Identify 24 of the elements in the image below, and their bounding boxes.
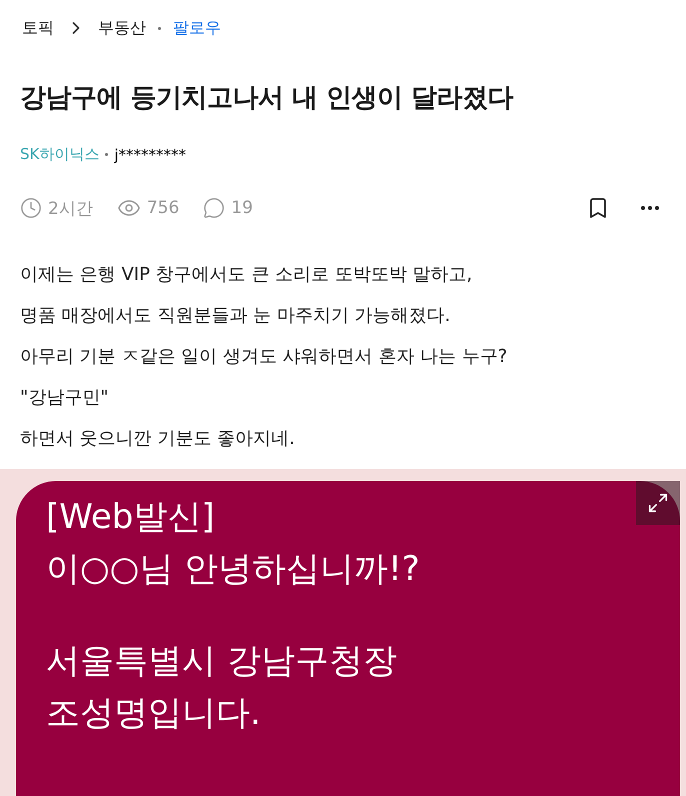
company-name: SK하이닉스: [20, 145, 100, 164]
message-text: 조성명입니다.: [46, 692, 262, 735]
separator-dot-icon: [105, 153, 108, 156]
body-text: "강남구민": [20, 386, 110, 410]
message-text: 서울특별시 강남구청장: [46, 640, 398, 683]
body-text: 이제는 은행 VIP 창구에서도 큰 소리로 또박또박 말하고,: [20, 263, 474, 287]
author-name: j*********: [114, 146, 186, 164]
category-link[interactable]: 부동산: [98, 18, 146, 38]
clock-icon: [20, 197, 42, 219]
view-count: 756: [146, 198, 180, 218]
comment-count: 19: [231, 198, 253, 218]
body-text: 하면서 웃으니깐 기분도 좋아지네.: [20, 427, 296, 451]
expand-icon: [647, 492, 669, 514]
message-text: [Web발신]: [46, 496, 216, 539]
message-text: 이○○님 안녕하십니까!?: [46, 548, 421, 591]
post-time: 2시간: [48, 198, 93, 220]
comment-icon: [203, 197, 226, 219]
follow-link[interactable]: 팔로우: [173, 18, 221, 38]
separator-dot-icon: [158, 26, 161, 30]
post-title: 강남구에 등기치고나서 내 인생이 달라졌다: [20, 82, 514, 115]
expand-button[interactable]: [636, 481, 680, 525]
body-text: 명품 매장에서도 직원분들과 눈 마주치기 가능해졌다.: [20, 304, 452, 328]
topic-link[interactable]: 토픽: [22, 18, 54, 38]
body-text: 아무리 기분 ㅈ같은 일이 생겨도 샤워하면서 혼자 나는 누구?: [20, 345, 508, 369]
